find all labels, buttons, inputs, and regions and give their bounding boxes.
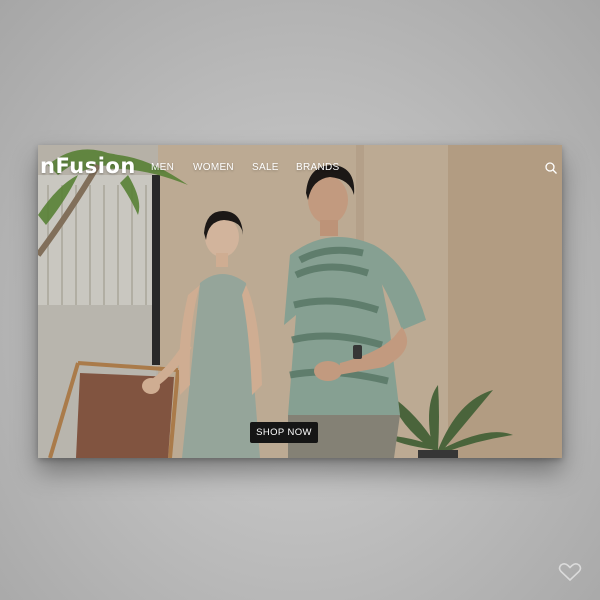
nav-item-women[interactable]: WOMEN (193, 162, 234, 173)
brand-logo[interactable]: nFusion (40, 154, 136, 178)
nav-item-men[interactable]: MEN (151, 162, 174, 173)
nav-item-brands[interactable]: BRANDS (296, 162, 339, 173)
search-icon[interactable] (544, 161, 558, 175)
site-navbar: nFusion MEN WOMEN SALE BRANDS (38, 145, 562, 191)
shop-now-button[interactable]: SHOP NOW (250, 422, 318, 443)
nav-item-sale[interactable]: SALE (252, 162, 279, 173)
heart-icon[interactable] (558, 562, 582, 582)
website-preview: nFusion MEN WOMEN SALE BRANDS SHOP NOW (38, 145, 562, 458)
hero-photo (38, 145, 562, 458)
